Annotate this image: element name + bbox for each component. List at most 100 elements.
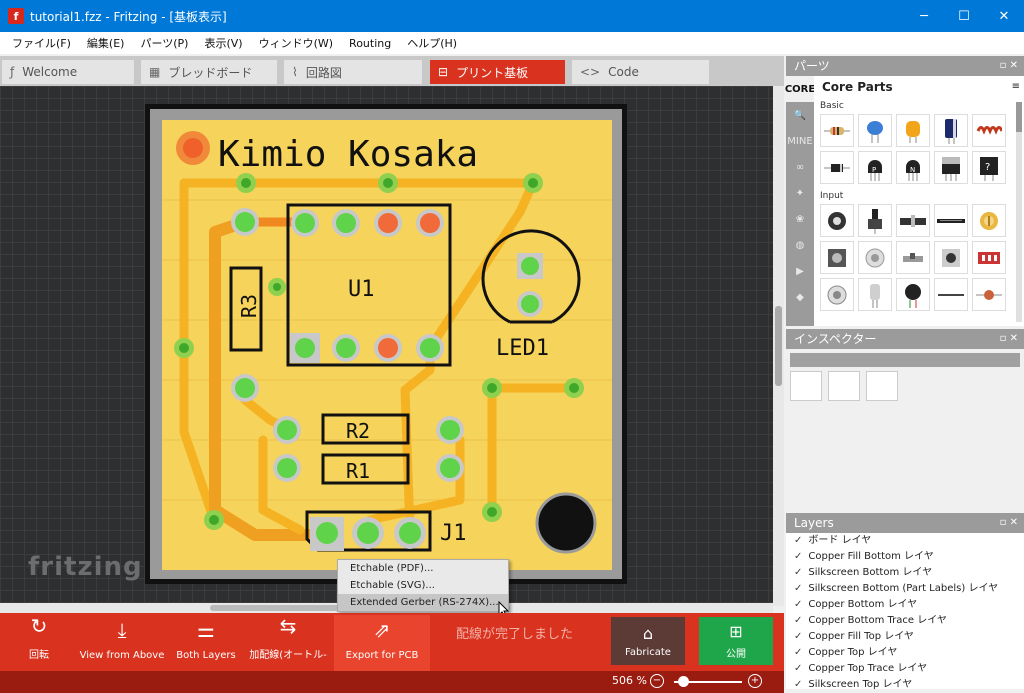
bin-mine[interactable]: MINE (786, 128, 814, 154)
menu-help[interactable]: ヘルプ(H) (399, 35, 465, 51)
piezo-sensor-part-icon[interactable] (896, 278, 930, 311)
electrolytic-capacitor-part-icon[interactable] (934, 114, 968, 147)
bottom-toolbar: ↻ 回転 ⤓ View from Above ⚌ Both Layers ⇆ 加… (0, 613, 784, 671)
wire-sensor-part-icon[interactable] (934, 278, 968, 311)
rotate-button[interactable]: ↻ 回転 (14, 614, 64, 671)
scroll-thumb[interactable] (775, 306, 782, 386)
check-icon[interactable]: ✓ (794, 599, 802, 610)
layer-item[interactable]: ✓ ボード レイヤ (786, 533, 1024, 549)
ceramic-capacitor-part-icon[interactable] (858, 114, 892, 147)
seeed-icon[interactable]: ❀ (786, 206, 814, 232)
mystery-part-icon[interactable]: ? (972, 151, 1006, 184)
inspector-title-field[interactable] (790, 353, 1020, 367)
both-layers-button[interactable]: ⚌ Both Layers (172, 615, 240, 671)
arduino-icon[interactable]: ∞ (786, 154, 814, 180)
scroll-thumb[interactable] (1016, 102, 1022, 132)
layer-item[interactable]: ✓ Copper Fill Bottom レイヤ (786, 549, 1024, 565)
layer-item[interactable]: ✓ Copper Bottom Trace レイヤ (786, 613, 1024, 629)
panel-float-close-icon[interactable]: ▫ ✕ (1000, 56, 1018, 76)
tab-code[interactable]: <> Code (572, 60, 709, 84)
check-icon[interactable]: ✓ (794, 567, 802, 578)
menu-file[interactable]: ファイル(F) (4, 35, 79, 51)
menu-parts[interactable]: パーツ(P) (132, 35, 196, 51)
play-icon[interactable]: ▶ (786, 258, 814, 284)
menu-edit[interactable]: 編集(E) (79, 35, 133, 51)
fabricate-button[interactable]: ⌂ Fabricate (611, 617, 685, 665)
bin-menu-icon[interactable]: ≡ (1012, 76, 1020, 98)
pcb-canvas[interactable]: Kimio Kosaka U1 R3 R2 R1 LED1 J1 (0, 86, 773, 606)
zoom-in-button[interactable]: + (748, 674, 762, 688)
sparkfun-icon[interactable]: ✦ (786, 180, 814, 206)
check-icon[interactable]: ✓ (794, 679, 802, 689)
tab-schematic[interactable]: ⌇ 回路図 (284, 60, 422, 84)
share-label: 公開 (726, 649, 746, 660)
menu-view[interactable]: 表示(V) (196, 35, 250, 51)
resistor-part-icon[interactable] (820, 114, 854, 147)
check-icon[interactable]: ✓ (794, 615, 802, 626)
pnp-transistor-part-icon[interactable]: P (858, 151, 892, 184)
tab-welcome[interactable]: ƒ Welcome (2, 60, 134, 84)
close-button[interactable]: ✕ (984, 0, 1024, 32)
tantalum-capacitor-part-icon[interactable] (896, 114, 930, 147)
bin-core[interactable]: CORE (785, 76, 815, 102)
zoom-slider-handle[interactable] (678, 676, 689, 687)
check-icon[interactable]: ✓ (794, 583, 802, 594)
panel-float-close-icon[interactable]: ▫ ✕ (1000, 329, 1018, 349)
inductor-part-icon[interactable] (972, 114, 1006, 147)
panel-float-close-icon[interactable]: ▫ ✕ (1000, 513, 1018, 533)
toggle-switch-part-icon[interactable] (896, 241, 930, 274)
maximize-button[interactable]: ☐ (944, 0, 984, 32)
more-icon[interactable]: ◆ (786, 284, 814, 310)
layer-label: Copper Fill Bottom レイヤ (808, 551, 934, 562)
photocell-part-icon[interactable] (972, 278, 1006, 311)
trimmer-potentiometer-part-icon[interactable] (972, 204, 1006, 237)
parts-scrollbar[interactable] (1016, 102, 1022, 322)
layer-label: Silkscreen Top レイヤ (808, 679, 913, 689)
tilt-sensor-part-icon[interactable] (858, 278, 892, 311)
check-icon[interactable]: ✓ (794, 551, 802, 562)
diode-part-icon[interactable] (820, 151, 854, 184)
view-from-above-button[interactable]: ⤓ View from Above (78, 615, 166, 671)
check-icon[interactable]: ✓ (794, 535, 802, 546)
menu-item-extended-gerber[interactable]: Extended Gerber (RS-274X)... (338, 594, 508, 611)
zoom-out-button[interactable]: − (650, 674, 664, 688)
autoroute-button[interactable]: ⇆ 加配線(オートル- (248, 614, 328, 671)
layer-label: Copper Top レイヤ (808, 647, 898, 658)
menu-item-etchable-pdf[interactable]: Etchable (PDF)... (338, 560, 508, 577)
slide-potentiometer-part-icon[interactable] (896, 204, 930, 237)
check-icon[interactable]: ✓ (794, 647, 802, 658)
minimize-button[interactable]: ─ (904, 0, 944, 32)
layer-item[interactable]: ✓ Copper Top レイヤ (786, 645, 1024, 661)
layer-item[interactable]: ✓ Copper Bottom レイヤ (786, 597, 1024, 613)
search-icon[interactable]: 🔍 (786, 102, 814, 128)
dial-switch-part-icon[interactable] (858, 241, 892, 274)
dip-switch-part-icon[interactable] (972, 241, 1006, 274)
tab-pcb[interactable]: ⊟ プリント基板 (430, 60, 565, 84)
microphone-part-icon[interactable] (820, 278, 854, 311)
layer-item[interactable]: ✓ Silkscreen Top レイヤ (786, 677, 1024, 689)
layer-item[interactable]: ✓ Silkscreen Bottom レイヤ (786, 565, 1024, 581)
long-slide-potentiometer-part-icon[interactable] (934, 204, 968, 237)
npn-transistor-part-icon[interactable]: N (896, 151, 930, 184)
routing-status-message: 配線が完了しました (456, 627, 574, 642)
layer-item[interactable]: ✓ Copper Fill Top レイヤ (786, 629, 1024, 645)
layer-item[interactable]: ✓ Copper Top Trace レイヤ (786, 661, 1024, 677)
pushbutton-part-icon[interactable] (934, 241, 968, 274)
rotary-potentiometer-part-icon[interactable] (858, 204, 892, 237)
intel-icon[interactable]: ◍ (786, 232, 814, 258)
menu-window[interactable]: ウィンドウ(W) (251, 35, 341, 51)
check-icon[interactable]: ✓ (794, 631, 802, 642)
share-button[interactable]: ⊞ 公開 (699, 617, 773, 665)
power-transistor-part-icon[interactable] (934, 151, 968, 184)
export-for-pcb-button[interactable]: ⇗ Export for PCB (334, 615, 430, 671)
menu-item-etchable-svg[interactable]: Etchable (SVG)... (338, 577, 508, 594)
check-icon[interactable]: ✓ (794, 663, 802, 674)
inspector-pcb-preview (866, 371, 898, 401)
canvas-vertical-scrollbar[interactable] (773, 86, 784, 606)
potentiometer-part-icon[interactable] (820, 204, 854, 237)
menu-routing[interactable]: Routing (341, 37, 399, 50)
tab-breadboard[interactable]: ▦ ブレッドボード (141, 60, 277, 84)
j1-label: J1 (440, 521, 467, 546)
layer-item[interactable]: ✓ Silkscreen Bottom (Part Labels) レイヤ (786, 581, 1024, 597)
rotary-encoder-part-icon[interactable] (820, 241, 854, 274)
